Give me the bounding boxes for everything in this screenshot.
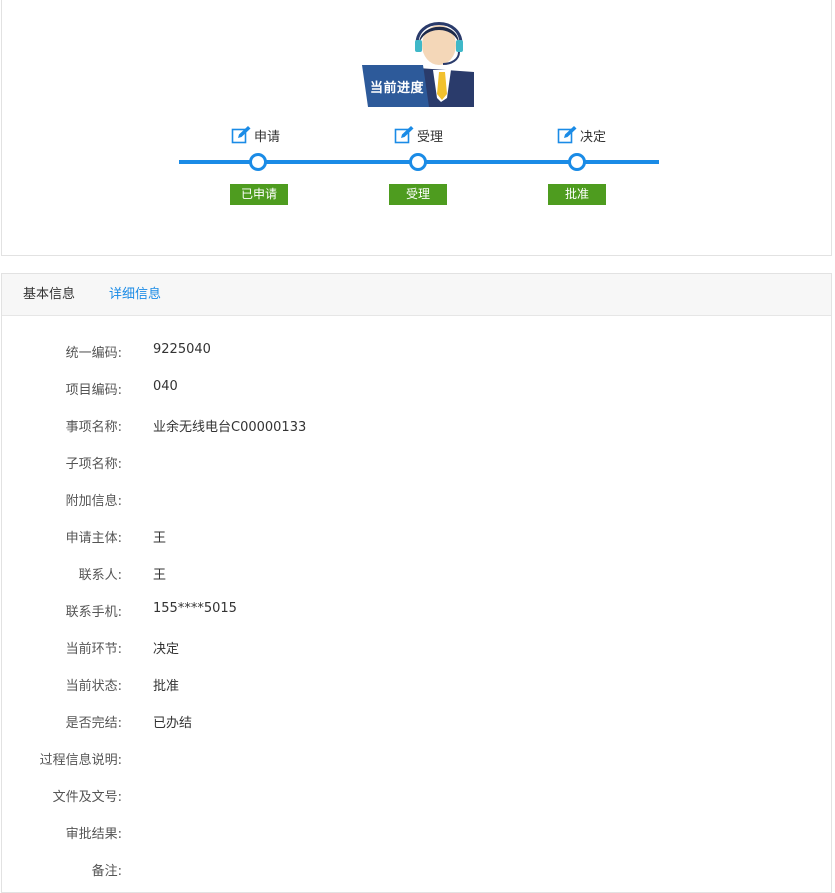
info-label: 附加信息: <box>65 494 122 509</box>
info-value: 155****5015 <box>153 601 237 616</box>
info-label: 事项名称: <box>65 420 122 435</box>
step-decide: 决定 <box>557 125 606 145</box>
edit-icon <box>231 126 251 144</box>
info-row: 备注: <box>2 860 802 880</box>
edit-icon <box>557 126 577 144</box>
info-label: 项目编码: <box>65 383 122 398</box>
info-row: 子项名称: <box>2 453 802 473</box>
info-row: 事项名称: 业余无线电台C00000133 <box>2 416 802 436</box>
status-badge-accept: 受理 <box>389 184 447 205</box>
step-apply: 申请 <box>231 125 280 145</box>
info-label: 当前状态: <box>65 679 122 694</box>
status-badge-apply: 已申请 <box>230 184 288 205</box>
info-label: 子项名称: <box>65 457 122 472</box>
progress-panel: 当前进度 申请 受理 决定 已申请 受理 批准 <box>1 0 832 256</box>
status-badge-decide: 批准 <box>548 184 606 205</box>
info-row: 统一编码: 9225040 <box>2 342 802 362</box>
info-row: 申请主体: 王 <box>2 527 802 547</box>
info-value: 王 <box>153 531 167 546</box>
info-label: 当前环节: <box>65 642 122 657</box>
info-value: 王 <box>153 568 167 583</box>
info-row: 过程信息说明: <box>2 749 802 769</box>
info-row: 文件及文号: <box>2 786 802 806</box>
info-value: 已办结 <box>153 716 193 731</box>
info-label: 过程信息说明: <box>39 753 122 768</box>
progress-badge-label: 当前进度 <box>370 81 425 96</box>
info-value: 决定 <box>153 642 180 657</box>
step-node-decide <box>568 153 586 171</box>
step-label-text: 申请 <box>254 129 281 145</box>
step-accept: 受理 <box>394 125 443 145</box>
step-label-text: 决定 <box>580 129 607 145</box>
info-row: 审批结果: <box>2 823 802 843</box>
info-label: 统一编码: <box>65 346 122 361</box>
info-value: 业余无线电台C00000133 <box>153 420 307 435</box>
info-field-list: 统一编码: 9225040 项目编码: 040 事项名称: 业余无线电台C00000133… <box>2 274 831 892</box>
info-label: 联系手机: <box>65 605 122 620</box>
info-value: 批准 <box>153 679 180 694</box>
info-label: 审批结果: <box>65 827 122 842</box>
step-node-apply <box>249 153 267 171</box>
info-label: 备注: <box>91 864 122 879</box>
edit-icon <box>394 126 414 144</box>
info-row: 附加信息: <box>2 490 802 510</box>
info-label: 是否完结: <box>65 716 122 731</box>
info-row: 联系人: 王 <box>2 564 802 584</box>
info-row: 联系手机: 155****5015 <box>2 601 802 621</box>
info-label: 联系人: <box>78 568 122 583</box>
info-panel: 基本信息 详细信息 统一编码: 9225040 项目编码: 040 事项名称: 业余无线电… <box>1 273 832 893</box>
step-node-accept <box>409 153 427 171</box>
step-label-text: 受理 <box>417 129 444 145</box>
info-row: 当前环节: 决定 <box>2 638 802 658</box>
info-value: 9225040 <box>153 342 211 357</box>
info-row: 项目编码: 040 <box>2 379 802 399</box>
info-row: 当前状态: 批准 <box>2 675 802 695</box>
info-row: 是否完结: 已办结 <box>2 712 802 732</box>
info-value: 040 <box>153 379 178 394</box>
info-label: 申请主体: <box>65 531 122 546</box>
info-label: 文件及文号: <box>52 790 122 805</box>
